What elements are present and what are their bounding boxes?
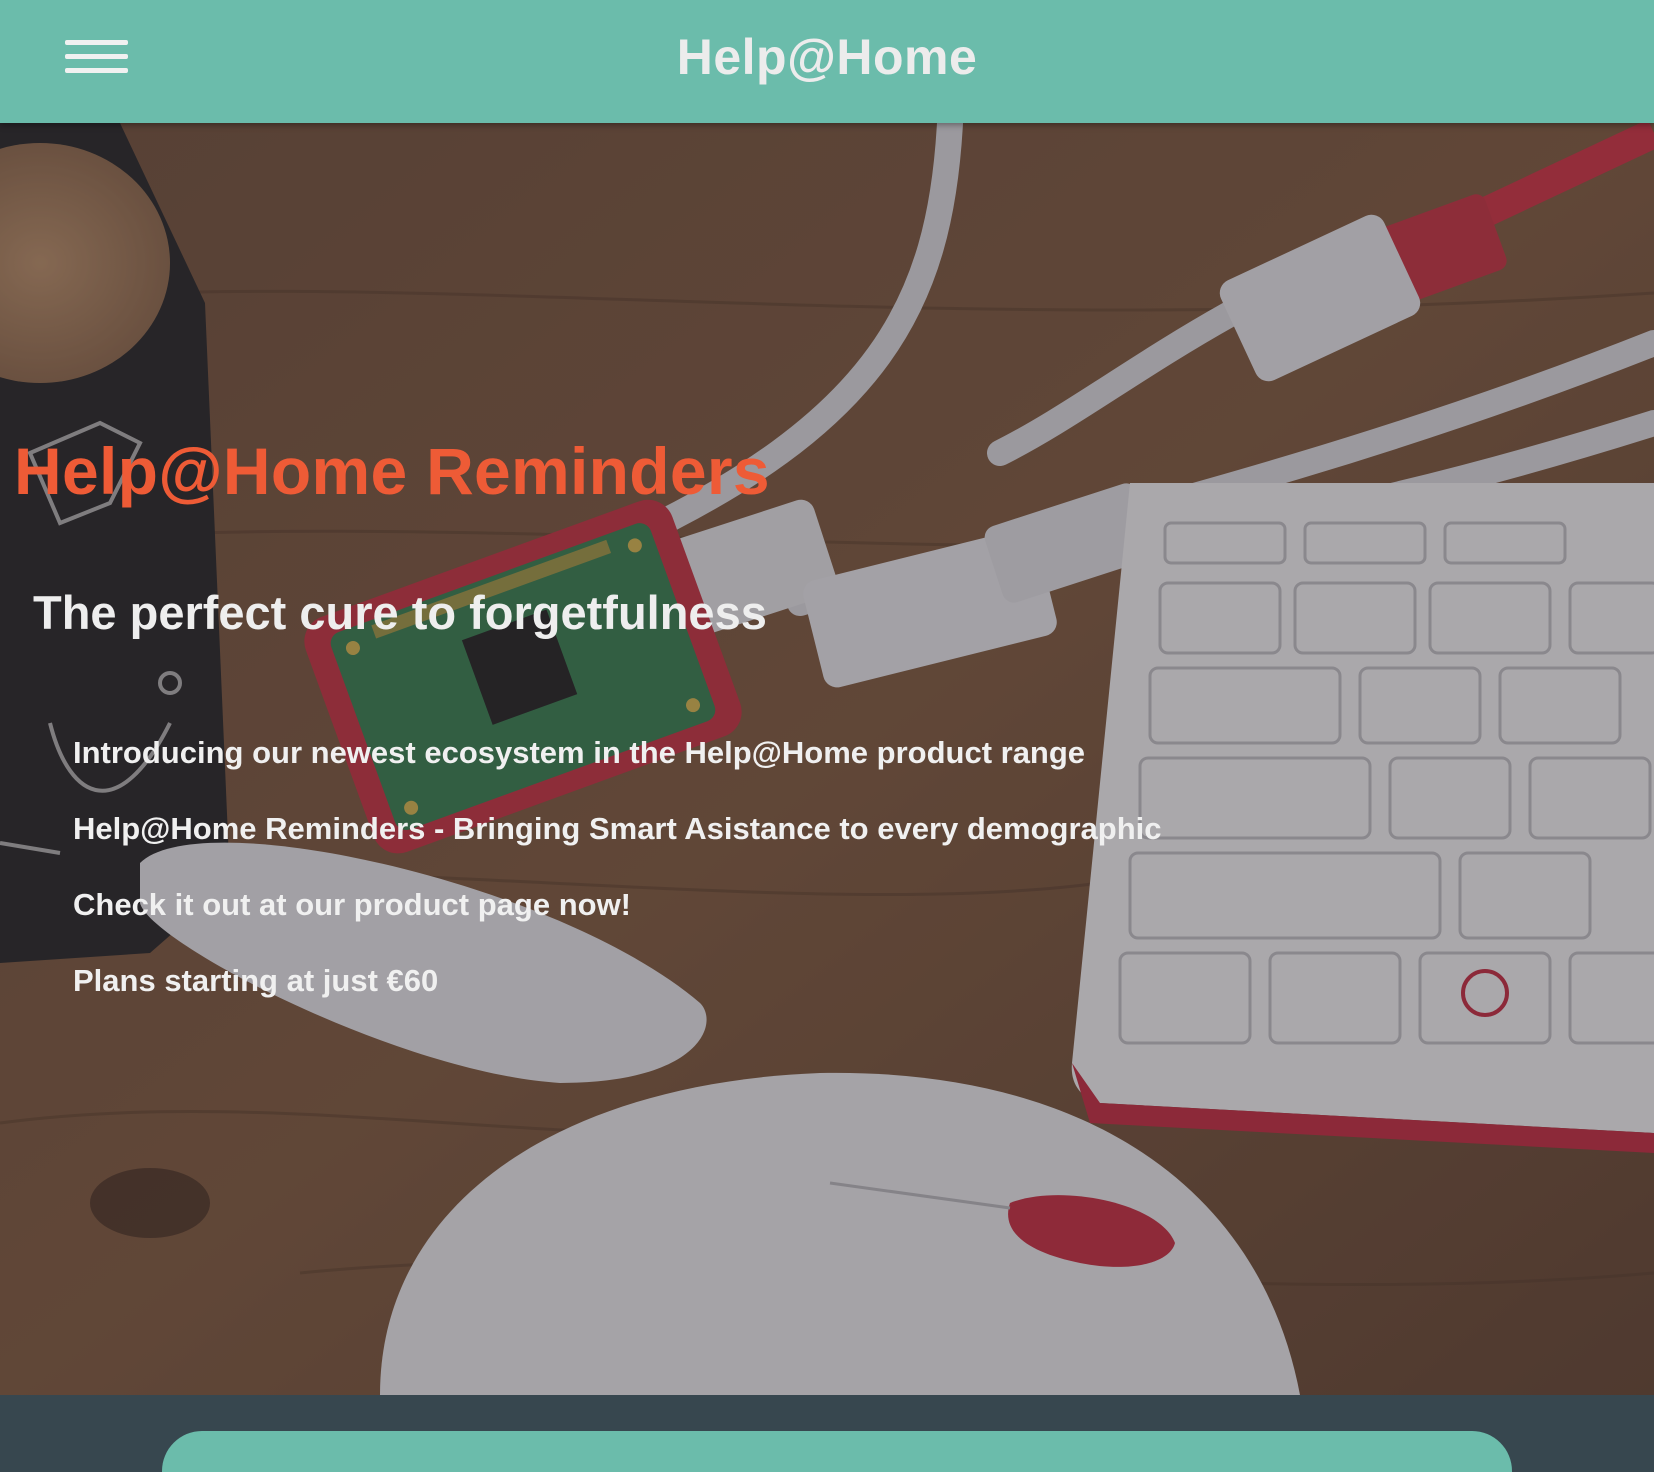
content-card (162, 1431, 1512, 1472)
hero-section: Help@Home Reminders The perfect cure to … (0, 123, 1654, 1395)
brand-title[interactable]: Help@Home (0, 28, 1654, 86)
hero-line-tagline: Help@Home Reminders - Bringing Smart Asi… (73, 811, 1162, 846)
hero-line-intro: Introducing our newest ecosystem in the … (73, 735, 1086, 770)
content-section (0, 1395, 1654, 1472)
hero-line-pricing: Plans starting at just €60 (73, 963, 439, 998)
hero-subtitle: The perfect cure to forgetfulness (33, 586, 767, 639)
hero-title: Help@Home Reminders (14, 434, 770, 508)
hero-line-cta: Check it out at our product page now! (73, 887, 631, 922)
top-navbar: Help@Home (0, 0, 1654, 123)
hero-feature-list: Introducing our newest ecosystem in the … (73, 735, 1162, 1039)
